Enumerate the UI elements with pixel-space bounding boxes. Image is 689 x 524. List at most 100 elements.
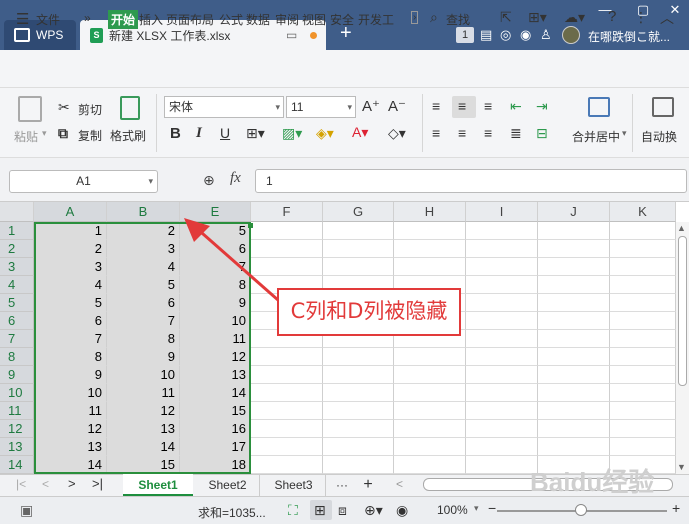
table-cell[interactable] [466,240,538,258]
eye-protect-icon[interactable]: ⛶ [288,502,298,519]
layout-icon[interactable]: ▤ [480,27,492,43]
row-header[interactable]: 7 [0,330,34,348]
scissors-icon[interactable]: ✂ [58,99,70,116]
column-header-h[interactable]: H [394,202,466,222]
first-sheet-icon[interactable]: |< [16,477,26,491]
help-icon[interactable]: ? [608,8,616,25]
fill-pattern-icon[interactable]: ▨▾ [282,125,302,142]
table-cell[interactable] [323,222,394,240]
bold-button[interactable]: B [170,125,181,142]
italic-button[interactable]: I [196,125,202,142]
row-header[interactable]: 13 [0,438,34,456]
table-cell[interactable] [394,438,466,456]
skin-icon[interactable]: ◉ [520,27,531,43]
next-sheet-icon[interactable]: > [68,476,76,491]
tab-count-badge[interactable]: 1 [456,27,474,43]
prev-sheet-icon[interactable]: < [42,477,49,491]
zoom-formula-icon[interactable]: ⊕ [203,172,215,189]
page-layout-view-icon[interactable]: ⧈ [338,502,347,519]
increase-indent-icon[interactable]: ⇥ [536,98,548,115]
copy-button[interactable]: 复制 [78,127,102,144]
scroll-up-icon[interactable]: ▲ [677,223,686,233]
sheet-tab-sheet2[interactable]: Sheet2 [196,474,260,496]
user-avatar[interactable] [562,26,580,44]
table-cell[interactable] [323,420,394,438]
table-cell[interactable] [323,366,394,384]
merge-center-icon[interactable] [588,97,610,117]
paste-icon[interactable] [18,96,42,122]
format-painter-button[interactable]: 格式刷 [110,127,146,144]
monitor-icon[interactable]: ▭ [286,28,297,42]
table-cell[interactable] [610,366,676,384]
align-left-icon[interactable]: ≡ [432,125,440,141]
normal-view-icon[interactable]: ⊞ [314,502,326,519]
row-header[interactable]: 5 [0,294,34,312]
more-sheets-icon[interactable]: ··· [332,474,352,496]
justify-icon[interactable]: ≣ [510,125,522,142]
border-icon[interactable]: ⊞▾ [246,125,265,142]
table-cell[interactable] [610,240,676,258]
column-header-j[interactable]: J [538,202,610,222]
distribute-icon[interactable]: ⊟ [536,125,548,142]
table-cell[interactable] [610,420,676,438]
table-cell[interactable] [394,240,466,258]
column-header-k[interactable]: K [610,202,676,222]
table-cell[interactable] [323,240,394,258]
row-header[interactable]: 3 [0,258,34,276]
column-header-a[interactable]: A [34,202,107,222]
font-name-select[interactable]: 宋体 ▾ [164,96,284,118]
copy-icon[interactable]: ⧉ [58,125,68,142]
table-cell[interactable] [466,384,538,402]
merge-center-button[interactable]: 合并居中 [572,128,620,145]
menu-page-layout[interactable]: 页面布局 [166,11,214,28]
vertical-scroll-thumb[interactable] [678,236,687,386]
table-cell[interactable] [538,312,610,330]
table-cell[interactable] [610,384,676,402]
table-cell[interactable] [466,438,538,456]
macro-icon[interactable]: ▣ [20,502,33,519]
table-cell[interactable] [251,420,323,438]
table-cell[interactable] [251,456,323,474]
menu-view[interactable]: 视图 [302,11,326,28]
user-name[interactable]: 在哪跌倒こ就... [588,28,670,45]
fill-color-icon[interactable]: ◈▾ [316,125,334,142]
zoom-in-icon[interactable]: + [672,500,680,516]
row-header[interactable]: 10 [0,384,34,402]
table-cell[interactable] [610,330,676,348]
table-cell[interactable] [466,222,538,240]
reading-mode-icon[interactable]: ◉ [396,502,408,519]
table-cell[interactable] [466,366,538,384]
table-cell[interactable] [394,222,466,240]
table-cell[interactable] [323,456,394,474]
menu-insert[interactable]: 插入 [139,11,163,28]
table-cell[interactable] [466,456,538,474]
sync-icon[interactable]: ◎ [500,27,511,43]
menu-formula[interactable]: 公式 [219,11,243,28]
search-icon[interactable]: ⌕ [430,9,438,26]
align-center-icon[interactable]: ≡ [458,125,466,141]
table-cell[interactable] [538,330,610,348]
table-cell[interactable] [323,384,394,402]
formula-input[interactable]: 1 [255,169,687,193]
last-sheet-icon[interactable]: >| [92,476,103,491]
table-cell[interactable] [610,402,676,420]
table-cell[interactable] [538,276,610,294]
shirt-icon[interactable]: ♙ [540,27,552,43]
table-cell[interactable] [466,276,538,294]
table-cell[interactable] [538,384,610,402]
sheet-tab-sheet1[interactable]: Sheet1 [123,474,193,496]
row-header[interactable]: 8 [0,348,34,366]
toolbox-icon[interactable]: ⊞▾ [528,9,547,26]
table-cell[interactable] [466,402,538,420]
paste-dropdown-icon[interactable]: ▾ [42,128,47,139]
table-cell[interactable] [538,258,610,276]
menu-more-icon[interactable]: › [411,11,419,24]
table-cell[interactable] [466,330,538,348]
search-label[interactable]: 查找 [446,11,470,28]
row-header[interactable]: 4 [0,276,34,294]
zoom-level[interactable]: 100% [437,503,468,517]
table-cell[interactable] [538,366,610,384]
row-header[interactable]: 11 [0,402,34,420]
font-size-select[interactable]: 11 ▾ [286,96,356,118]
table-cell[interactable] [466,258,538,276]
